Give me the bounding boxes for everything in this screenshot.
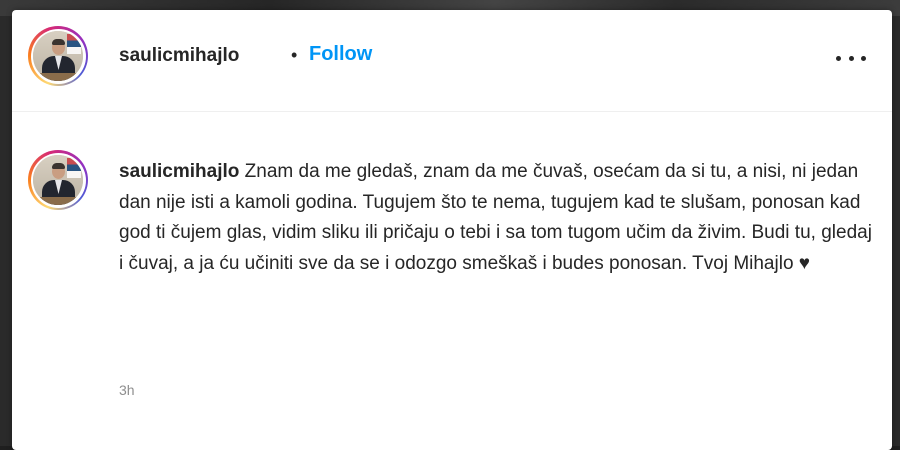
caption-avatar[interactable] [28, 150, 88, 210]
follow-button[interactable]: Follow [309, 43, 372, 66]
caption: saulicmihajlo Znam da me gledaš, znam da… [119, 157, 879, 279]
profile-avatar[interactable] [28, 26, 88, 86]
post-username[interactable]: saulicmihajlo [119, 45, 239, 67]
avatar-photo [33, 155, 83, 205]
more-options-icon[interactable] [836, 46, 866, 70]
caption-username[interactable]: saulicmihajlo [119, 161, 239, 182]
avatar-photo [33, 31, 83, 81]
instagram-post-card: saulicmihajlo • Follow saulicmihajlo Zna… [12, 10, 892, 450]
separator-dot: • [291, 45, 298, 65]
post-timestamp[interactable]: 3h [119, 382, 135, 398]
post-header: saulicmihajlo • Follow [12, 10, 892, 112]
